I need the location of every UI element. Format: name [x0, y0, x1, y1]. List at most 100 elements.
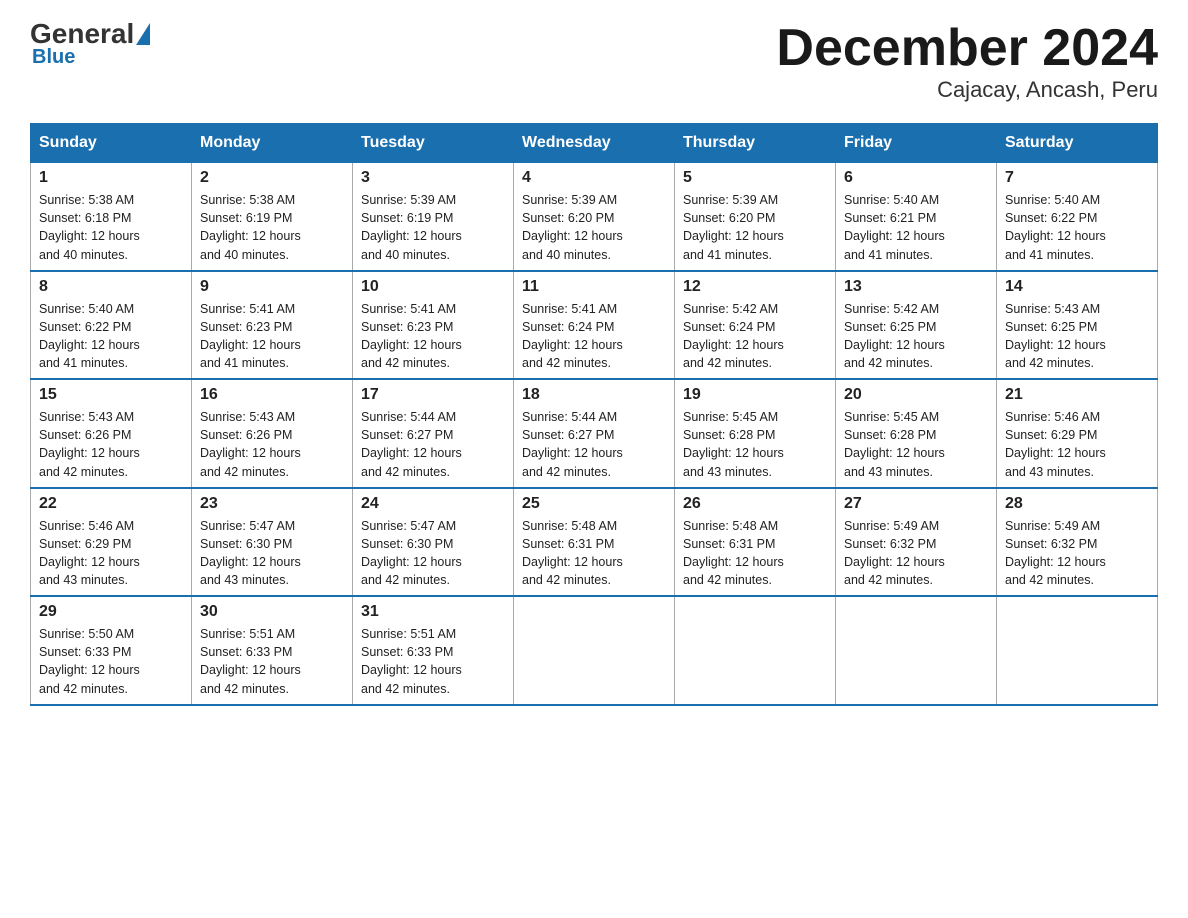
- day-info: Sunrise: 5:47 AMSunset: 6:30 PMDaylight:…: [200, 517, 344, 590]
- day-info: Sunrise: 5:48 AMSunset: 6:31 PMDaylight:…: [683, 517, 827, 590]
- calendar-cell: 10Sunrise: 5:41 AMSunset: 6:23 PMDayligh…: [353, 271, 514, 380]
- logo-triangle-icon: [136, 23, 150, 45]
- calendar-cell: 1Sunrise: 5:38 AMSunset: 6:18 PMDaylight…: [31, 163, 192, 271]
- day-number: 12: [683, 278, 827, 296]
- calendar-cell: 25 Sunrise: 5:48 AMSunset: 6:31 PMDayligh…: [514, 488, 675, 597]
- day-number: 29: [39, 603, 183, 621]
- calendar-title: December 2024: [776, 20, 1158, 77]
- day-info: Sunrise: 5:51 AMSunset: 6:33 PMDaylight:…: [361, 625, 505, 698]
- header-saturday: Saturday: [997, 124, 1158, 163]
- calendar-cell: [514, 596, 675, 705]
- day-number: 14: [1005, 278, 1149, 296]
- header-thursday: Thursday: [675, 124, 836, 163]
- day-number: 25: [522, 495, 666, 513]
- calendar-cell: 30 Sunrise: 5:51 AMSunset: 6:33 PMDayligh…: [192, 596, 353, 705]
- title-block: December 2024 Cajacay, Ancash, Peru: [776, 20, 1158, 103]
- day-number: 30: [200, 603, 344, 621]
- day-number: 4: [522, 169, 666, 187]
- calendar-subtitle: Cajacay, Ancash, Peru: [776, 77, 1158, 103]
- logo-general: General: [30, 20, 134, 48]
- day-number: 6: [844, 169, 988, 187]
- calendar-cell: 4Sunrise: 5:39 AMSunset: 6:20 PMDaylight…: [514, 163, 675, 271]
- calendar-cell: 12 Sunrise: 5:42 AMSunset: 6:24 PMDayligh…: [675, 271, 836, 380]
- header-sunday: Sunday: [31, 124, 192, 163]
- calendar-week-1: 1Sunrise: 5:38 AMSunset: 6:18 PMDaylight…: [31, 163, 1158, 271]
- calendar-cell: 13Sunrise: 5:42 AMSunset: 6:25 PMDayligh…: [836, 271, 997, 380]
- calendar-cell: 24 Sunrise: 5:47 AMSunset: 6:30 PMDayligh…: [353, 488, 514, 597]
- calendar-week-2: 8 Sunrise: 5:40 AMSunset: 6:22 PMDaylight…: [31, 271, 1158, 380]
- day-info: Sunrise: 5:39 AMSunset: 6:20 PMDaylight:…: [683, 191, 827, 264]
- day-number: 23: [200, 495, 344, 513]
- header-tuesday: Tuesday: [353, 124, 514, 163]
- day-info: Sunrise: 5:39 AMSunset: 6:19 PMDaylight:…: [361, 191, 505, 264]
- calendar-cell: 27 Sunrise: 5:49 AMSunset: 6:32 PMDayligh…: [836, 488, 997, 597]
- calendar-cell: 28 Sunrise: 5:49 AMSunset: 6:32 PMDayligh…: [997, 488, 1158, 597]
- calendar-cell: [997, 596, 1158, 705]
- calendar-cell: 26 Sunrise: 5:48 AMSunset: 6:31 PMDayligh…: [675, 488, 836, 597]
- day-info: Sunrise: 5:38 AMSunset: 6:19 PMDaylight:…: [200, 191, 344, 264]
- day-number: 5: [683, 169, 827, 187]
- calendar-table: SundayMondayTuesdayWednesdayThursdayFrid…: [30, 123, 1158, 706]
- calendar-cell: 11Sunrise: 5:41 AMSunset: 6:24 PMDayligh…: [514, 271, 675, 380]
- day-info: Sunrise: 5:45 AMSunset: 6:28 PMDaylight:…: [844, 408, 988, 481]
- day-number: 13: [844, 278, 988, 296]
- day-number: 28: [1005, 495, 1149, 513]
- day-number: 31: [361, 603, 505, 621]
- day-number: 3: [361, 169, 505, 187]
- calendar-cell: [836, 596, 997, 705]
- day-number: 27: [844, 495, 988, 513]
- calendar-cell: [675, 596, 836, 705]
- day-number: 11: [522, 278, 666, 296]
- header-friday: Friday: [836, 124, 997, 163]
- calendar-cell: 17Sunrise: 5:44 AMSunset: 6:27 PMDayligh…: [353, 379, 514, 488]
- day-number: 26: [683, 495, 827, 513]
- day-info: Sunrise: 5:42 AMSunset: 6:24 PMDaylight:…: [683, 300, 827, 373]
- header-monday: Monday: [192, 124, 353, 163]
- day-info: Sunrise: 5:46 AMSunset: 6:29 PMDaylight:…: [1005, 408, 1149, 481]
- calendar-cell: 5 Sunrise: 5:39 AMSunset: 6:20 PMDaylight…: [675, 163, 836, 271]
- day-info: Sunrise: 5:50 AMSunset: 6:33 PMDaylight:…: [39, 625, 183, 698]
- day-info: Sunrise: 5:46 AMSunset: 6:29 PMDaylight:…: [39, 517, 183, 590]
- day-number: 16: [200, 386, 344, 404]
- calendar-week-5: 29 Sunrise: 5:50 AMSunset: 6:33 PMDayligh…: [31, 596, 1158, 705]
- day-info: Sunrise: 5:40 AMSunset: 6:21 PMDaylight:…: [844, 191, 988, 264]
- day-info: Sunrise: 5:40 AMSunset: 6:22 PMDaylight:…: [39, 300, 183, 373]
- calendar-cell: 9Sunrise: 5:41 AMSunset: 6:23 PMDaylight…: [192, 271, 353, 380]
- calendar-cell: 6 Sunrise: 5:40 AMSunset: 6:21 PMDaylight…: [836, 163, 997, 271]
- day-number: 22: [39, 495, 183, 513]
- calendar-cell: 16Sunrise: 5:43 AMSunset: 6:26 PMDayligh…: [192, 379, 353, 488]
- day-info: Sunrise: 5:43 AMSunset: 6:26 PMDaylight:…: [39, 408, 183, 481]
- calendar-cell: 2Sunrise: 5:38 AMSunset: 6:19 PMDaylight…: [192, 163, 353, 271]
- day-number: 24: [361, 495, 505, 513]
- day-info: Sunrise: 5:48 AMSunset: 6:31 PMDaylight:…: [522, 517, 666, 590]
- calendar-cell: 20 Sunrise: 5:45 AMSunset: 6:28 PMDayligh…: [836, 379, 997, 488]
- calendar-cell: 3 Sunrise: 5:39 AMSunset: 6:19 PMDaylight…: [353, 163, 514, 271]
- calendar-cell: 29 Sunrise: 5:50 AMSunset: 6:33 PMDayligh…: [31, 596, 192, 705]
- calendar-cell: 31 Sunrise: 5:51 AMSunset: 6:33 PMDayligh…: [353, 596, 514, 705]
- day-number: 1: [39, 169, 183, 187]
- calendar-header-row: SundayMondayTuesdayWednesdayThursdayFrid…: [31, 124, 1158, 163]
- logo: General Blue: [30, 20, 152, 69]
- day-info: Sunrise: 5:45 AMSunset: 6:28 PMDaylight:…: [683, 408, 827, 481]
- day-number: 8: [39, 278, 183, 296]
- day-info: Sunrise: 5:44 AMSunset: 6:27 PMDaylight:…: [361, 408, 505, 481]
- day-info: Sunrise: 5:49 AMSunset: 6:32 PMDaylight:…: [1005, 517, 1149, 590]
- day-info: Sunrise: 5:43 AMSunset: 6:25 PMDaylight:…: [1005, 300, 1149, 373]
- day-info: Sunrise: 5:51 AMSunset: 6:33 PMDaylight:…: [200, 625, 344, 698]
- logo-text: General: [30, 20, 152, 48]
- calendar-cell: 23 Sunrise: 5:47 AMSunset: 6:30 PMDayligh…: [192, 488, 353, 597]
- calendar-cell: 8 Sunrise: 5:40 AMSunset: 6:22 PMDaylight…: [31, 271, 192, 380]
- day-info: Sunrise: 5:47 AMSunset: 6:30 PMDaylight:…: [361, 517, 505, 590]
- day-number: 20: [844, 386, 988, 404]
- day-number: 15: [39, 386, 183, 404]
- calendar-cell: 14 Sunrise: 5:43 AMSunset: 6:25 PMDayligh…: [997, 271, 1158, 380]
- day-info: Sunrise: 5:44 AMSunset: 6:27 PMDaylight:…: [522, 408, 666, 481]
- header-wednesday: Wednesday: [514, 124, 675, 163]
- calendar-cell: 21Sunrise: 5:46 AMSunset: 6:29 PMDayligh…: [997, 379, 1158, 488]
- day-info: Sunrise: 5:49 AMSunset: 6:32 PMDaylight:…: [844, 517, 988, 590]
- day-info: Sunrise: 5:40 AMSunset: 6:22 PMDaylight:…: [1005, 191, 1149, 264]
- calendar-cell: 7Sunrise: 5:40 AMSunset: 6:22 PMDaylight…: [997, 163, 1158, 271]
- day-number: 9: [200, 278, 344, 296]
- day-number: 10: [361, 278, 505, 296]
- day-number: 19: [683, 386, 827, 404]
